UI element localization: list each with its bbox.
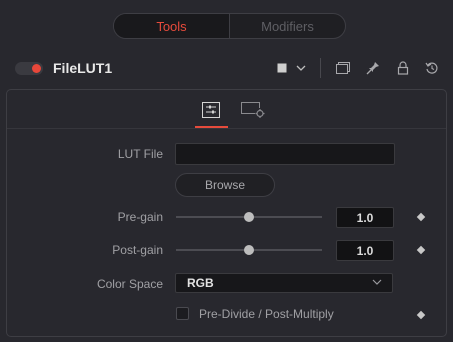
pre-gain-label: Pre-gain bbox=[117, 210, 163, 224]
chevron-down-icon[interactable] bbox=[291, 58, 311, 78]
lock-icon[interactable] bbox=[393, 58, 413, 78]
tab-tools[interactable]: Tools bbox=[114, 14, 230, 38]
pre-gain-value[interactable]: 1.0 bbox=[336, 207, 394, 228]
pre-gain-slider-handle[interactable] bbox=[244, 212, 254, 222]
post-gain-slider-handle[interactable] bbox=[244, 245, 254, 255]
lut-file-input[interactable] bbox=[175, 143, 395, 165]
chevron-down-icon bbox=[372, 277, 382, 289]
node-enable-toggle[interactable] bbox=[15, 62, 43, 75]
settings-icon bbox=[241, 102, 265, 118]
node-name: FileLUT1 bbox=[53, 60, 113, 76]
pre-divide-label: Pre-Divide / Post-Multiply bbox=[199, 307, 334, 321]
pre-divide-checkbox[interactable] bbox=[176, 307, 189, 320]
settings-tab[interactable] bbox=[239, 98, 267, 122]
color-space-select[interactable]: RGB bbox=[175, 273, 393, 293]
window-icon[interactable] bbox=[333, 58, 353, 78]
toggle-knob bbox=[32, 64, 41, 73]
post-gain-label: Post-gain bbox=[112, 243, 163, 257]
panel-divider bbox=[7, 128, 446, 129]
color-space-value: RGB bbox=[187, 276, 214, 290]
tab-modifiers[interactable]: Modifiers bbox=[230, 14, 345, 38]
browse-button[interactable]: Browse bbox=[175, 173, 275, 197]
pin-icon[interactable] bbox=[363, 58, 383, 78]
color-swatch-icon[interactable] bbox=[272, 58, 292, 78]
post-gain-value[interactable]: 1.0 bbox=[336, 240, 394, 261]
color-space-label: Color Space bbox=[96, 277, 163, 291]
lut-file-label: LUT File bbox=[117, 147, 163, 161]
controls-tab[interactable] bbox=[197, 98, 225, 122]
controls-icon bbox=[202, 102, 220, 118]
inspector-tab-bar: Tools Modifiers bbox=[113, 13, 346, 39]
reset-icon[interactable] bbox=[422, 58, 442, 78]
header-divider bbox=[320, 58, 321, 78]
